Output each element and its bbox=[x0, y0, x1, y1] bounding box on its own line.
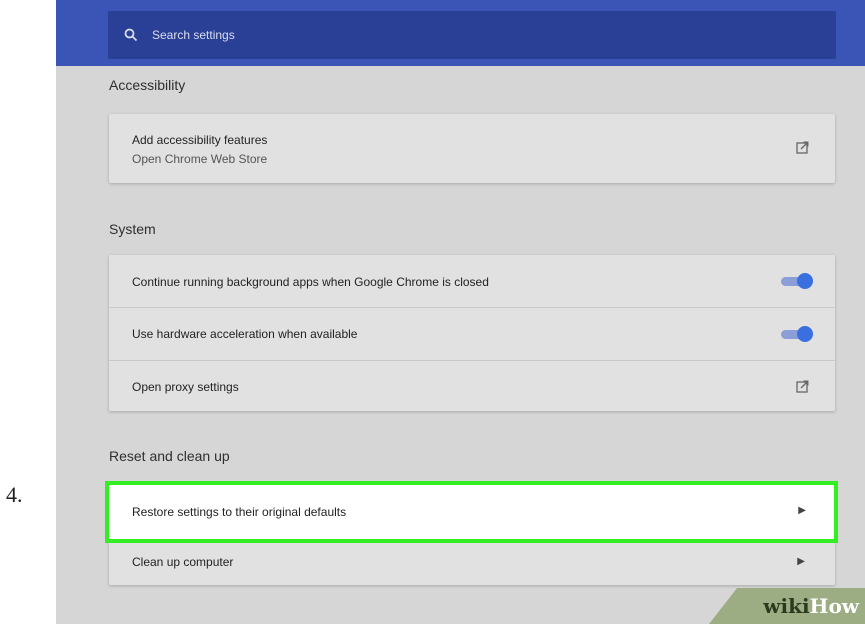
accessibility-card: Add accessibility features Open Chrome W… bbox=[109, 114, 835, 183]
section-title-system: System bbox=[109, 221, 156, 237]
search-input[interactable]: Search settings bbox=[108, 11, 836, 59]
hardware-acceleration-row[interactable]: Use hardware acceleration when available bbox=[109, 308, 835, 360]
chevron-right-icon: ▶ bbox=[797, 556, 805, 567]
clean-up-computer-row[interactable]: Clean up computer ▶ bbox=[109, 536, 835, 585]
row-sublabel: Open Chrome Web Store bbox=[132, 152, 268, 166]
chrome-settings-screenshot: Search settings Accessibility Add access… bbox=[56, 0, 865, 624]
add-accessibility-features-row[interactable]: Add accessibility features Open Chrome W… bbox=[109, 114, 835, 183]
step-number: 4. bbox=[6, 482, 23, 507]
toggle-knob bbox=[797, 326, 813, 342]
hardware-acceleration-toggle[interactable] bbox=[781, 326, 815, 342]
row-label: Use hardware acceleration when available bbox=[132, 327, 358, 341]
external-link-icon[interactable] bbox=[796, 141, 809, 154]
section-title-reset: Reset and clean up bbox=[109, 448, 230, 464]
section-title-accessibility: Accessibility bbox=[109, 77, 186, 93]
watermark-how: How bbox=[809, 594, 859, 618]
system-card: Continue running background apps when Go… bbox=[109, 255, 835, 411]
chevron-right-icon: ▶ bbox=[798, 505, 806, 516]
row-label: Clean up computer bbox=[132, 555, 234, 569]
background-apps-toggle[interactable] bbox=[781, 273, 815, 289]
row-label: Continue running background apps when Go… bbox=[132, 275, 489, 289]
proxy-settings-row[interactable]: Open proxy settings bbox=[109, 361, 835, 411]
search-placeholder: Search settings bbox=[152, 28, 235, 42]
toggle-knob bbox=[797, 273, 813, 289]
settings-header: Search settings bbox=[56, 0, 865, 66]
search-icon bbox=[124, 28, 138, 42]
watermark-wiki: wiki bbox=[763, 594, 810, 618]
row-label: Add accessibility features bbox=[132, 133, 268, 147]
restore-defaults-row[interactable]: Restore settings to their original defau… bbox=[105, 481, 838, 543]
row-label: Restore settings to their original defau… bbox=[132, 505, 347, 519]
row-label: Open proxy settings bbox=[132, 380, 239, 394]
external-link-icon[interactable] bbox=[796, 380, 809, 393]
background-apps-row[interactable]: Continue running background apps when Go… bbox=[109, 255, 835, 307]
wikihow-watermark: wiki How bbox=[709, 588, 865, 624]
